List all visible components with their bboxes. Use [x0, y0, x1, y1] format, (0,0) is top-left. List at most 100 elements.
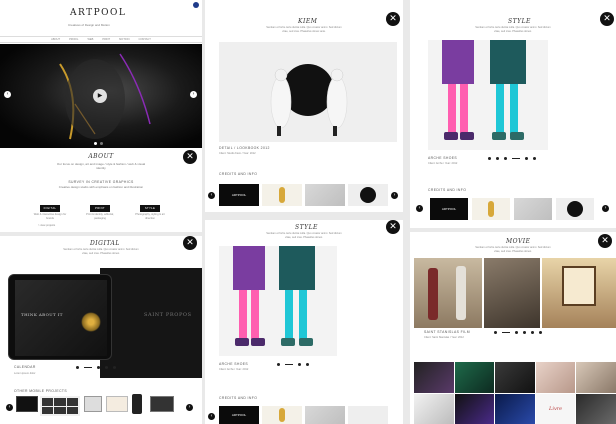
movie-thumb[interactable]: [414, 362, 454, 393]
pager-dot-active[interactable]: [512, 158, 520, 159]
movie-thumb-livre-label: Livre: [549, 405, 563, 412]
digital-bg-text: SAINT PROPOS: [144, 312, 192, 318]
pager-dot[interactable]: [113, 366, 116, 369]
hero-video[interactable]: ▶ ‹ ›: [0, 44, 202, 148]
pager-dot[interactable]: [76, 366, 79, 369]
nav-item-contact[interactable]: CONTACT: [139, 38, 151, 42]
kiem-photo[interactable]: [219, 42, 397, 142]
hero-next-icon[interactable]: ›: [190, 91, 197, 98]
hero-prev-icon[interactable]: ‹: [4, 91, 11, 98]
nav-item-profil[interactable]: PROFIL: [69, 38, 78, 42]
main-nav: ABOUT PROFIL WEB PRINT MOTION CONTACT: [0, 36, 202, 43]
digital-thumb-4[interactable]: [106, 396, 128, 412]
kiem-thumb-gold[interactable]: [262, 184, 302, 206]
style-bottom-thumb-circle[interactable]: [348, 406, 388, 424]
style-top-prev-icon[interactable]: ‹: [416, 205, 423, 212]
digital-thumb-3[interactable]: [84, 396, 102, 412]
kiem-thumb-circle-shape: [360, 187, 376, 203]
digital-pager: [76, 366, 116, 369]
pager-dot-active[interactable]: [285, 364, 293, 365]
kiem-next-icon[interactable]: ›: [391, 192, 398, 199]
style-top-next-icon[interactable]: ›: [602, 205, 609, 212]
pager-dot[interactable]: [515, 331, 518, 334]
pager-dot[interactable]: [298, 363, 301, 366]
close-icon[interactable]: ✕: [386, 220, 400, 234]
kiem-models-graphic: [270, 64, 348, 136]
movie-thumb[interactable]: [535, 362, 576, 393]
pager-dot[interactable]: [496, 157, 499, 160]
play-icon[interactable]: ▶: [93, 89, 107, 103]
movie-collage[interactable]: [414, 258, 616, 328]
tablet-device[interactable]: THINK ABOUT IT: [8, 274, 112, 360]
digital-next-icon[interactable]: ›: [186, 404, 193, 411]
close-icon[interactable]: ✕: [600, 12, 614, 26]
digital-thumb-2[interactable]: [40, 396, 80, 416]
style-top-thumb-grey[interactable]: [514, 198, 552, 220]
movie-thumb[interactable]: [414, 393, 454, 424]
tablet-gold-ornament: [81, 312, 101, 332]
close-icon[interactable]: ✕: [183, 236, 197, 250]
nav-item-about[interactable]: ABOUT: [51, 38, 60, 42]
close-icon[interactable]: ✕: [386, 12, 400, 26]
grid-cell: [66, 398, 78, 406]
movie-thumb[interactable]: [495, 393, 535, 424]
movie-thumb[interactable]: [576, 362, 616, 393]
style-bottom-section-title: CREDITS AND INFO: [219, 396, 258, 400]
kiem-thumb-circle[interactable]: [348, 184, 388, 206]
pager-dot[interactable]: [105, 366, 108, 369]
pager-dot[interactable]: [488, 157, 491, 160]
style-button[interactable]: STYLE: [140, 205, 160, 212]
style-bottom-thumb-gold[interactable]: [262, 406, 302, 424]
pager-dot-active[interactable]: [84, 367, 92, 368]
movie-thumb-livre[interactable]: Livre: [535, 393, 576, 424]
kiem-thumb-grey[interactable]: [305, 184, 345, 206]
pager-dot[interactable]: [525, 157, 528, 160]
style-bottom-prev-icon[interactable]: ‹: [208, 413, 215, 420]
style-desc: Photography, styling & art direction: [135, 213, 165, 220]
pager-dot[interactable]: [277, 363, 280, 366]
digital-thumb-5[interactable]: [132, 394, 142, 414]
pager-dot[interactable]: [523, 331, 526, 334]
movie-thumb[interactable]: [576, 393, 616, 424]
pager-dot-active[interactable]: [502, 332, 510, 333]
logo[interactable]: ARTPOOL: [70, 8, 126, 18]
style-bottom-thumb-dark[interactable]: ARTPOOL: [219, 406, 259, 424]
pager-dot[interactable]: [494, 331, 497, 334]
movie-thumb[interactable]: [495, 362, 535, 393]
kiem-prev-icon[interactable]: ‹: [208, 192, 215, 199]
pager-dot[interactable]: [306, 363, 309, 366]
top-icon[interactable]: [193, 2, 199, 8]
nav-item-motion[interactable]: MOTION: [119, 38, 129, 42]
pager-dot[interactable]: [539, 331, 542, 334]
about-title: ABOUT: [88, 153, 114, 160]
style-bottom-photo[interactable]: [219, 246, 337, 356]
style-top-thumb-circle[interactable]: [556, 198, 594, 220]
style-top-photo[interactable]: [428, 40, 548, 150]
nav-item-web[interactable]: WEB: [87, 38, 93, 42]
style-top-thumb-gold[interactable]: [472, 198, 510, 220]
pager-dot[interactable]: [504, 157, 507, 160]
close-icon[interactable]: ✕: [598, 234, 612, 248]
print-button[interactable]: PRINT: [90, 205, 110, 212]
kiem-thumb-dark[interactable]: ARTPOOL: [219, 184, 259, 206]
view-projects-link[interactable]: > view projects: [38, 224, 55, 228]
hero-pager-dot[interactable]: [100, 142, 103, 145]
movie-thumb[interactable]: [454, 393, 495, 424]
nav-item-print[interactable]: PRINT: [102, 38, 110, 42]
hero-pager-dot[interactable]: [94, 142, 97, 145]
kiem-thumb-label: ARTPOOL: [231, 193, 247, 197]
pager-dot[interactable]: [533, 157, 536, 160]
movie-thumb[interactable]: [454, 362, 495, 393]
pager-dot[interactable]: [97, 366, 100, 369]
style-bottom-thumb-grey[interactable]: [305, 406, 345, 424]
movie-caption: SAINT STANISLAS FILM: [424, 330, 470, 334]
style-top-thumb-gold-figure: [488, 201, 494, 217]
digital-thumb-6[interactable]: [150, 396, 174, 412]
digital-button[interactable]: DIGITAL: [40, 205, 60, 212]
style-top-thumb-label: ARTPOOL: [441, 207, 457, 211]
kiem-title: KIEM: [298, 18, 318, 25]
digital-prev-icon[interactable]: ‹: [6, 404, 13, 411]
digital-thumb-1[interactable]: [16, 396, 38, 412]
style-top-thumb-dark[interactable]: ARTPOOL: [430, 198, 468, 220]
pager-dot[interactable]: [531, 331, 534, 334]
